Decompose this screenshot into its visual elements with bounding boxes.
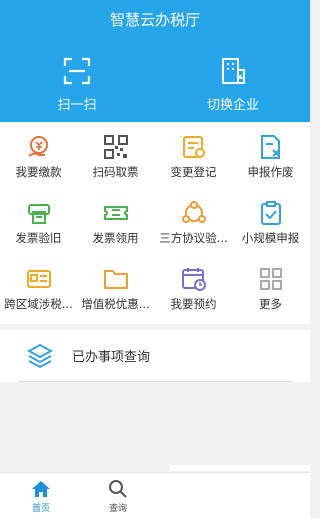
bottom-tab-bar: 首页 查询 [0, 472, 310, 518]
tripartite-agreement-icon [181, 201, 206, 223]
completed-items-query[interactable]: 已办事项查询 [0, 330, 310, 382]
grid-item-appointment[interactable]: 我要预约 [155, 254, 232, 320]
grid-label: 小规模申报 [241, 231, 300, 245]
grid-label: 变更登记 [170, 165, 217, 179]
home-icon [32, 481, 50, 497]
grid-label: 发票验旧 [15, 231, 62, 245]
grid-item-qr-ticket[interactable]: 扫码取票 [77, 122, 154, 188]
grid-item-payment[interactable]: 我要缴款 [0, 122, 77, 188]
layers-icon [26, 343, 54, 369]
scan-button[interactable]: 扫一扫 [22, 56, 132, 113]
grid-label: 我要预约 [170, 297, 217, 311]
grid-label: 增值税优惠... [81, 297, 150, 311]
declaration-void-icon [260, 135, 280, 159]
grid-label: 发票领用 [92, 231, 139, 245]
grid-label: 更多 [259, 297, 282, 311]
grid-label: 跨区域涉税... [4, 297, 73, 311]
app-header: 智慧云办税厅 扫一扫 切换企业 [0, 0, 310, 122]
query-label: 已办事项查询 [72, 350, 151, 365]
qr-code-icon [103, 135, 128, 159]
more-icon [259, 268, 282, 290]
tab-label: 首页 [31, 504, 50, 514]
tab-label: 查询 [108, 504, 127, 514]
grid-label: 三方协议验... [159, 231, 228, 245]
content-area [170, 465, 310, 471]
invoice-receive-icon [103, 206, 128, 220]
grid-item-tripartite-agreement[interactable]: 三方协议验... [155, 188, 232, 254]
appointment-icon [181, 268, 206, 291]
vat-preference-icon [103, 270, 128, 289]
invoice-check-icon [27, 204, 50, 224]
tab-home[interactable]: 首页 [11, 479, 71, 514]
grid-item-small-scale-declare[interactable]: 小规模申报 [232, 188, 309, 254]
grid-item-change-register[interactable]: 变更登记 [155, 122, 232, 188]
grid-item-declaration-void[interactable]: 申报作废 [232, 122, 309, 188]
search-icon [109, 480, 127, 498]
grid-item-cross-region[interactable]: 跨区域涉税... [0, 254, 77, 320]
grid-item-more[interactable]: 更多 [232, 254, 309, 320]
service-grid: 我要缴款 扫码取票 变更登记 申报作废 发票验旧 发票领用 三方协议验... 小… [0, 122, 310, 324]
page-title: 智慧云办税厅 [109, 11, 200, 29]
grid-label: 扫码取票 [92, 165, 139, 179]
cross-region-icon [26, 270, 51, 288]
grid-item-invoice-receive[interactable]: 发票领用 [77, 188, 154, 254]
switch-company-icon [222, 58, 245, 84]
tab-search[interactable]: 查询 [88, 479, 148, 514]
grid-item-vat-preference[interactable]: 增值税优惠... [77, 254, 154, 320]
switch-company-label: 切换企业 [206, 98, 259, 113]
scan-label: 扫一扫 [57, 98, 97, 113]
small-scale-declare-icon [260, 201, 281, 225]
switch-company-button[interactable]: 切换企业 [178, 56, 288, 113]
payment-icon [27, 136, 48, 157]
divider [18, 381, 292, 382]
scan-icon [63, 57, 91, 85]
grid-label: 申报作废 [247, 165, 294, 179]
grid-label: 我要缴款 [15, 165, 62, 179]
grid-item-invoice-check[interactable]: 发票验旧 [0, 188, 77, 254]
change-register-icon [182, 136, 205, 158]
